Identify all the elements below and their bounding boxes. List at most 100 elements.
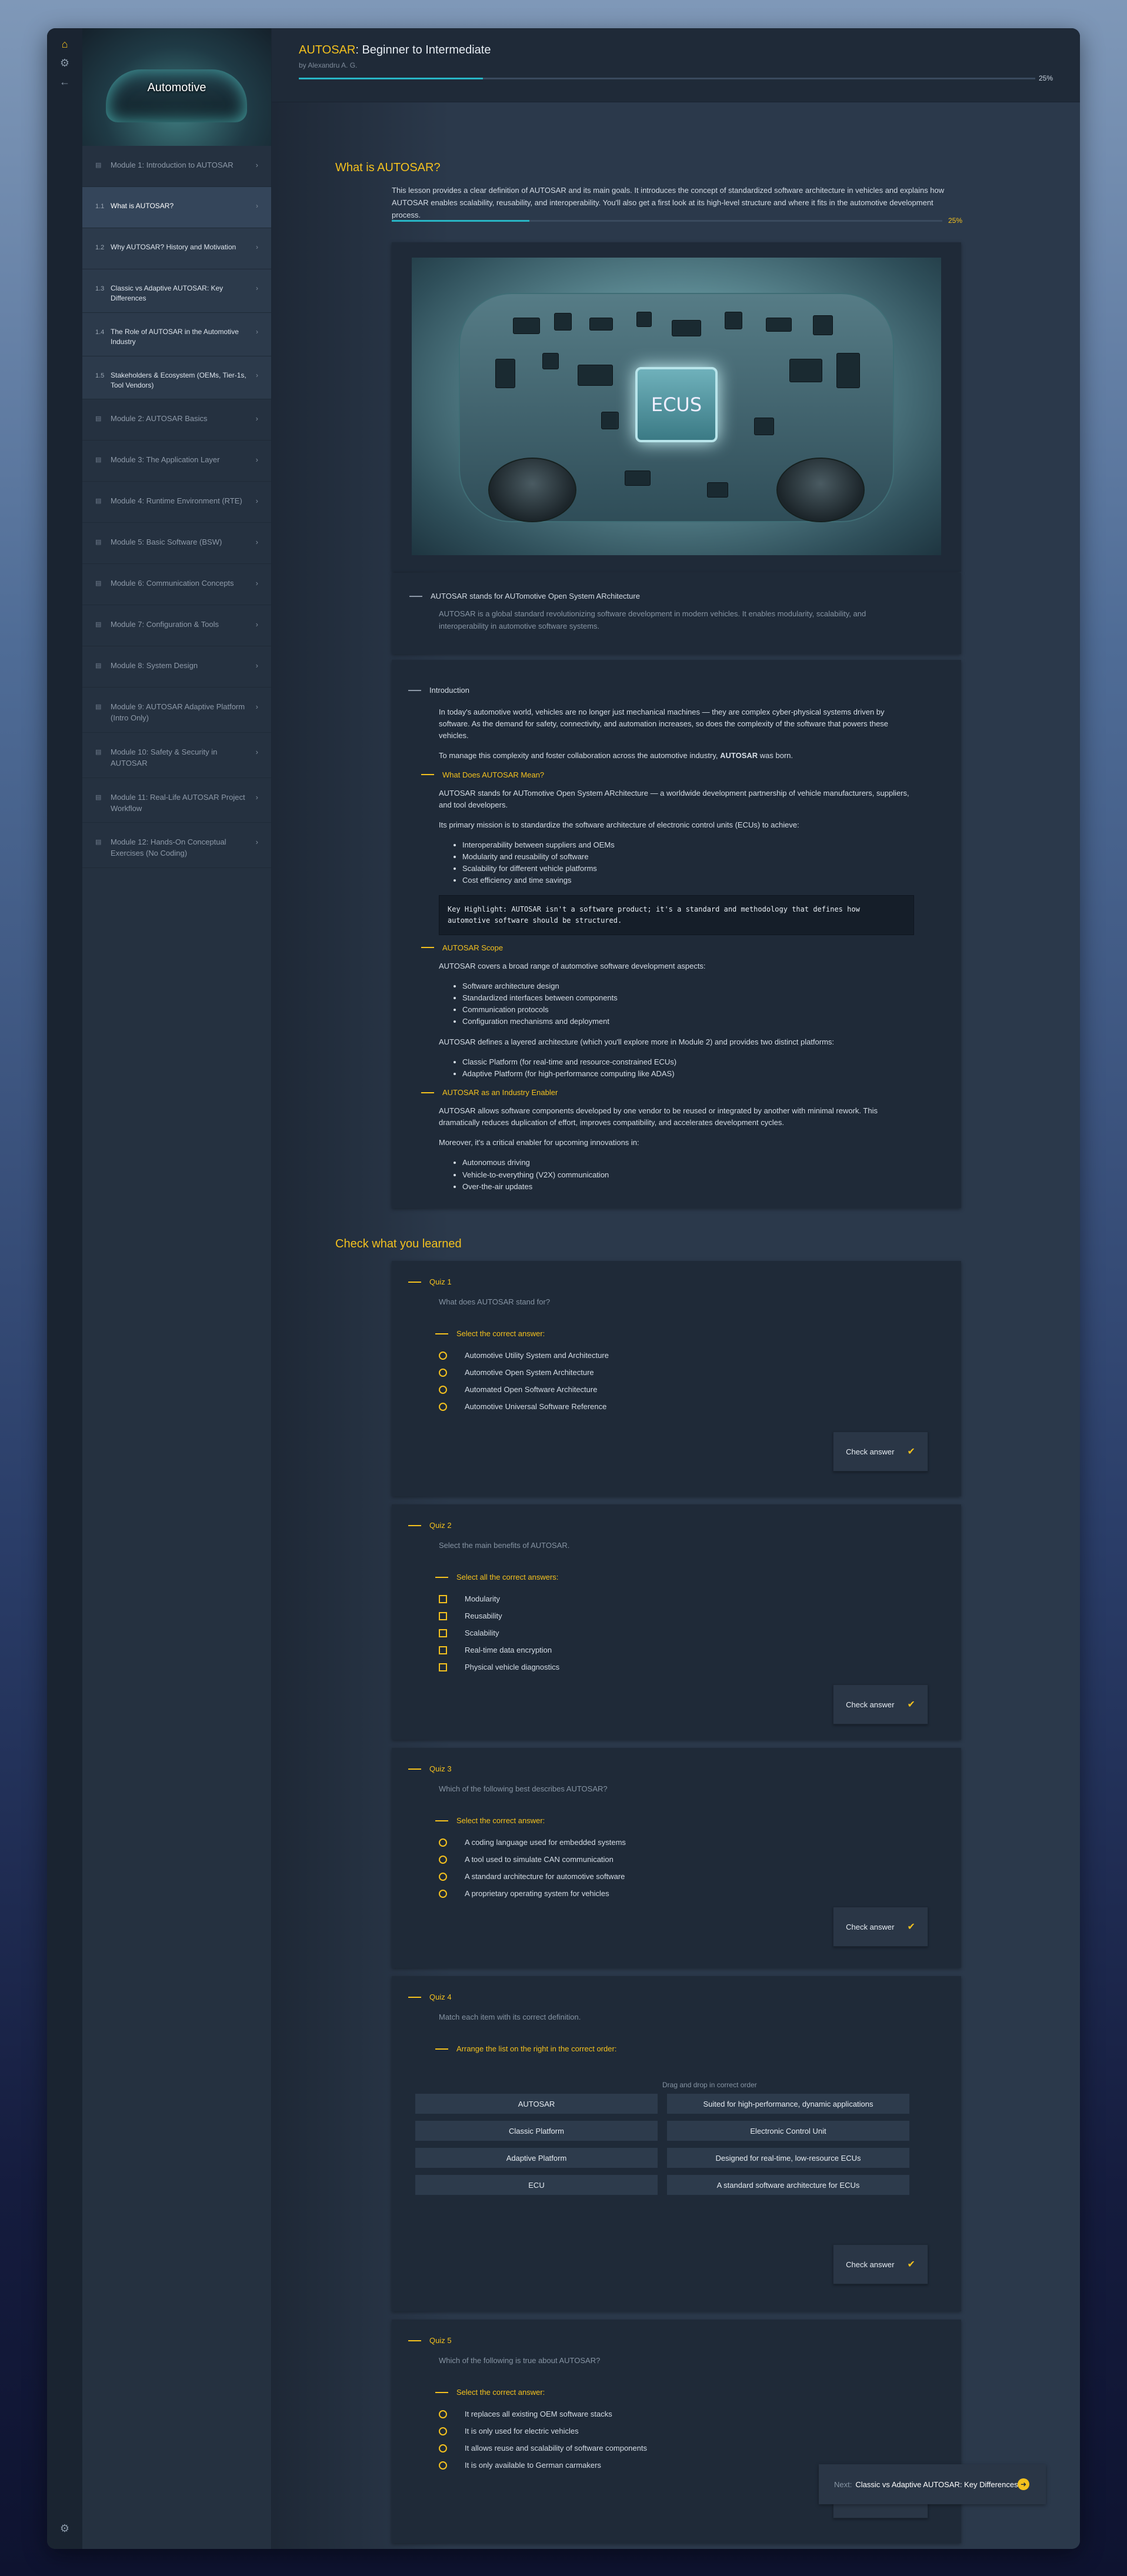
quiz-option[interactable]: A tool used to simulate CAN communicatio…: [439, 1851, 626, 1868]
module-icon: ▤: [95, 662, 102, 670]
sidebar-module-item[interactable]: ▤ Module 2: AUTOSAR Basics ›: [82, 399, 271, 441]
sidebar-lesson-item[interactable]: 1.1 What is AUTOSAR? ›: [82, 187, 271, 228]
quiz-option[interactable]: Real-time data encryption: [439, 1641, 559, 1659]
sidebar-lesson-item[interactable]: 1.3 Classic vs Adaptive AUTOSAR: Key Diff…: [82, 269, 271, 313]
option-label: A standard architecture for automotive s…: [465, 1872, 625, 1881]
list-item: Communication protocols: [462, 1004, 914, 1016]
quiz-option[interactable]: A proprietary operating system for vehic…: [439, 1885, 626, 1902]
checkbox[interactable]: [439, 1646, 447, 1654]
left-wheel: [488, 458, 576, 522]
list-item: Autonomous driving: [462, 1157, 914, 1169]
option-label: A coding language used for embedded syst…: [465, 1838, 626, 1847]
next-lesson-button[interactable]: Next: Classic vs Adaptive AUTOSAR: Key Di…: [819, 2464, 1046, 2504]
match-left-item: AUTOSAR: [415, 2094, 658, 2114]
lesson-paragraph-6: AUTOSAR defines a layered architecture (…: [439, 1037, 835, 1046]
draggable-definition[interactable]: Suited for high-performance, dynamic app…: [667, 2094, 909, 2114]
quiz-option[interactable]: A standard architecture for automotive s…: [439, 1868, 626, 1885]
radio-button[interactable]: [439, 1368, 447, 1377]
quiz-option[interactable]: Automotive Universal Software Reference: [439, 1398, 609, 1415]
quiz-option[interactable]: Scalability: [439, 1624, 559, 1641]
lesson-body-card: Introduction In today's automotive world…: [392, 660, 961, 1208]
sidebar-lesson-item[interactable]: 1.4 The Role of AUTOSAR in the Automotive…: [82, 312, 271, 356]
radio-button[interactable]: [439, 1402, 447, 1411]
quiz-option[interactable]: It replaces all existing OEM software st…: [439, 2405, 647, 2422]
option-label: Physical vehicle diagnostics: [465, 1663, 560, 1671]
quiz-option[interactable]: It is only available to German carmakers: [439, 2457, 647, 2474]
sidebar-module-item[interactable]: ▤ Module 8: System Design ›: [82, 646, 271, 688]
sidebar-module-item[interactable]: ▤ Module 6: Communication Concepts ›: [82, 564, 271, 606]
quiz-option[interactable]: Automated Open Software Architecture: [439, 1381, 609, 1398]
quiz-options: A coding language used for embedded syst…: [439, 1834, 626, 1902]
sidebar-item-label: Module 5: Basic Software (BSW): [111, 538, 222, 547]
sidebar-lesson-item[interactable]: 1.2 Why AUTOSAR? History and Motivation ›: [82, 228, 271, 269]
sidebar-module-item[interactable]: ▤ Module 7: Configuration & Tools ›: [82, 605, 271, 647]
quiz-title: Quiz 4: [429, 1993, 452, 2001]
sidebar-module-item[interactable]: ▤ Module 10: Safety & Security in AUTOSAR…: [82, 733, 271, 778]
sidebar-module-item[interactable]: ▤ Module 9: AUTOSAR Adaptive Platform (In…: [82, 688, 271, 733]
sidebar-item-label: Module 10: Safety & Security in AUTOSAR: [111, 748, 218, 768]
module-icon: ▤: [95, 162, 102, 169]
quiz-option[interactable]: Automotive Open System Architecture: [439, 1364, 609, 1381]
quiz-option[interactable]: A coding language used for embedded syst…: [439, 1834, 626, 1851]
list-item: Interoperability between suppliers and O…: [462, 839, 914, 851]
lesson-number: 1.2: [95, 244, 105, 251]
check-answer-button[interactable]: Check answer ✔: [833, 1432, 928, 1471]
lesson-number: 1.1: [95, 203, 105, 210]
sidebar-header: Automotive: [82, 28, 271, 146]
list-item: Classic Platform (for real-time and reso…: [462, 1056, 914, 1068]
checkbox[interactable]: [439, 1663, 447, 1671]
radio-button[interactable]: [439, 1351, 447, 1360]
checkbox[interactable]: [439, 1629, 447, 1637]
quiz-option[interactable]: Modularity: [439, 1590, 559, 1607]
module-icon: ▤: [95, 793, 102, 801]
checkbox[interactable]: [439, 1594, 447, 1603]
quiz-option[interactable]: Reusability: [439, 1607, 559, 1624]
sidebar-module-item[interactable]: ▤ Module 3: The Application Layer ›: [82, 441, 271, 482]
sidebar-module-item[interactable]: ▤ Module 11: Real-Life AUTOSAR Project Wo…: [82, 778, 271, 823]
radio-button[interactable]: [439, 2461, 447, 2470]
gear-icon[interactable]: ⚙: [56, 54, 74, 72]
list-item: Scalability for different vehicle platfo…: [462, 863, 914, 875]
chevron-right-icon: ›: [256, 327, 258, 336]
quiz-option[interactable]: It allows reuse and scalability of softw…: [439, 2440, 647, 2457]
match-left-item: ECU: [415, 2175, 658, 2195]
quiz-option[interactable]: Physical vehicle diagnostics: [439, 1659, 559, 1676]
radio-button[interactable]: [439, 1838, 447, 1847]
radio-button[interactable]: [439, 1889, 447, 1898]
intro-heading: Introduction: [429, 686, 469, 695]
radio-button[interactable]: [439, 2410, 447, 2418]
option-label: Automotive Utility System and Architectu…: [465, 1351, 609, 1360]
sidebar-module-item[interactable]: ▤ Module 1: Introduction to AUTOSAR ›: [82, 146, 271, 187]
check-answer-button[interactable]: Check answer ✔: [833, 1684, 928, 1724]
chevron-right-icon: ›: [255, 414, 258, 423]
quiz-option[interactable]: It is only used for electric vehicles: [439, 2422, 647, 2440]
check-answer-label: Check answer: [846, 1922, 895, 1931]
draggable-definition[interactable]: Designed for real-time, low-resource ECU…: [667, 2148, 909, 2168]
sidebar-module-item[interactable]: ▤ Module 4: Runtime Environment (RTE) ›: [82, 482, 271, 523]
check-answer-button[interactable]: Check answer ✔: [833, 1907, 928, 1947]
radio-button[interactable]: [439, 1385, 447, 1394]
module-icon: ▤: [95, 539, 102, 546]
instruction-dash: [435, 2391, 448, 2393]
sidebar-module-item[interactable]: ▤ Module 5: Basic Software (BSW) ›: [82, 523, 271, 565]
sidebar-lesson-item[interactable]: 1.5 Stakeholders & Ecosystem (OEMs, Tier-…: [82, 356, 271, 400]
goals-list: Interoperability between suppliers and O…: [462, 839, 914, 887]
back-arrow-icon[interactable]: ←: [56, 73, 74, 91]
home-icon[interactable]: ⌂: [56, 35, 74, 53]
quiz-option[interactable]: Automotive Utility System and Architectu…: [439, 1347, 609, 1364]
checkbox[interactable]: [439, 1611, 447, 1620]
radio-button[interactable]: [439, 1872, 447, 1881]
radio-button[interactable]: [439, 1855, 447, 1864]
draggable-definition[interactable]: Electronic Control Unit: [667, 2121, 909, 2141]
check-answer-button[interactable]: Check answer ✔: [833, 2244, 928, 2284]
draggable-definition[interactable]: A standard software architecture for ECU…: [667, 2175, 909, 2195]
lesson-content: What is AUTOSAR? This lesson provides a …: [272, 102, 1080, 2549]
intro-dash: [408, 689, 421, 691]
radio-button[interactable]: [439, 2444, 447, 2452]
settings-icon[interactable]: ⚙: [56, 2520, 74, 2537]
radio-button[interactable]: [439, 2427, 447, 2435]
sidebar-module-item[interactable]: ▤ Module 12: Hands-On Conceptual Exercise…: [82, 823, 271, 869]
lesson-paragraph-2-pre: To manage this complexity and foster col…: [439, 751, 721, 760]
course-progress-fill: [299, 78, 483, 79]
app-window: ⌂ ⚙ ← ⚙ Automotive ▤ Module 1: Introducti…: [47, 28, 1080, 2549]
